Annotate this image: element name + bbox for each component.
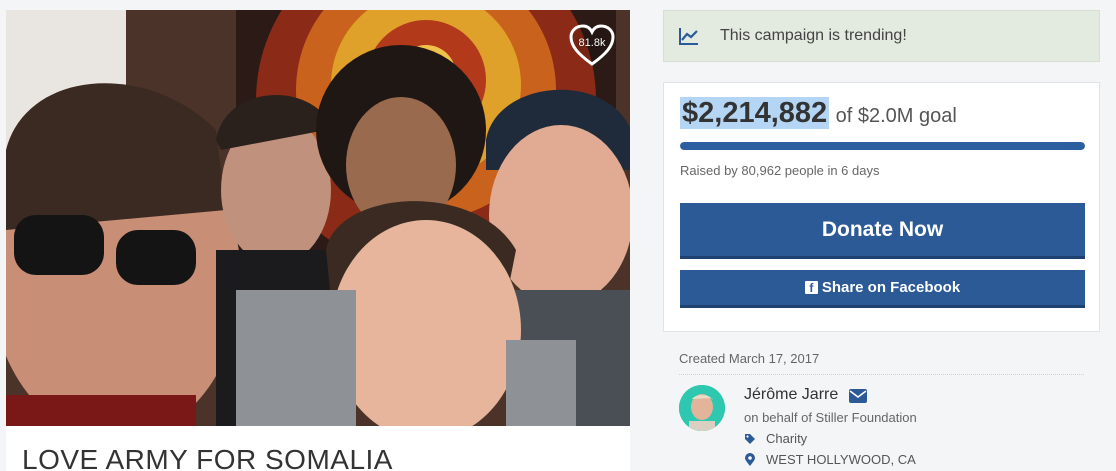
envelope-icon[interactable] [849,389,867,403]
amount-line: $2,214,882 of $2.0M goal [680,97,957,130]
category-row[interactable]: Charity [744,430,807,446]
raised-by-text: Raised by 80,962 people in 6 days [680,163,880,178]
progress-bar-fill [680,142,1085,150]
trending-banner: This campaign is trending! [663,10,1100,62]
organizer-avatar[interactable] [679,385,725,431]
organizer-name[interactable]: Jérôme Jarre [744,386,838,404]
location-label: WEST HOLLYWOOD, CA [766,452,916,468]
like-count: 81.8k [578,37,606,49]
share-facebook-button[interactable]: f Share on Facebook [680,270,1085,308]
trend-chart-icon [679,28,698,45]
divider [679,374,1084,375]
campaign-title: LOVE ARMY FOR SOMALIA [22,444,393,471]
facebook-icon: f [804,281,818,295]
share-facebook-label: Share on Facebook [821,279,961,296]
amount-raised: $2,214,882 [680,97,830,129]
created-date: Created March 17, 2017 [679,351,820,366]
location-pin-icon [745,452,755,466]
trending-text: This campaign is trending! [720,27,907,44]
campaign-photo-card: 81.8k LOVE ARMY FOR SOMALIA [6,10,630,471]
campaign-photo[interactable]: 81.8k [6,10,630,426]
donation-card: $2,214,882 of $2.0M goal Raised by 80,96… [663,82,1100,332]
location-row: WEST HOLLYWOOD, CA [744,451,916,467]
avatar-image [679,385,725,431]
on-behalf-text: on behalf of Stiller Foundation [744,410,917,425]
goal-text: of $2.0M goal [835,105,957,127]
tag-icon [745,433,755,444]
category-label: Charity [766,431,808,447]
donate-now-button[interactable]: Donate Now [680,203,1085,259]
like-button[interactable]: 81.8k [568,24,616,68]
progress-bar [680,142,1085,150]
